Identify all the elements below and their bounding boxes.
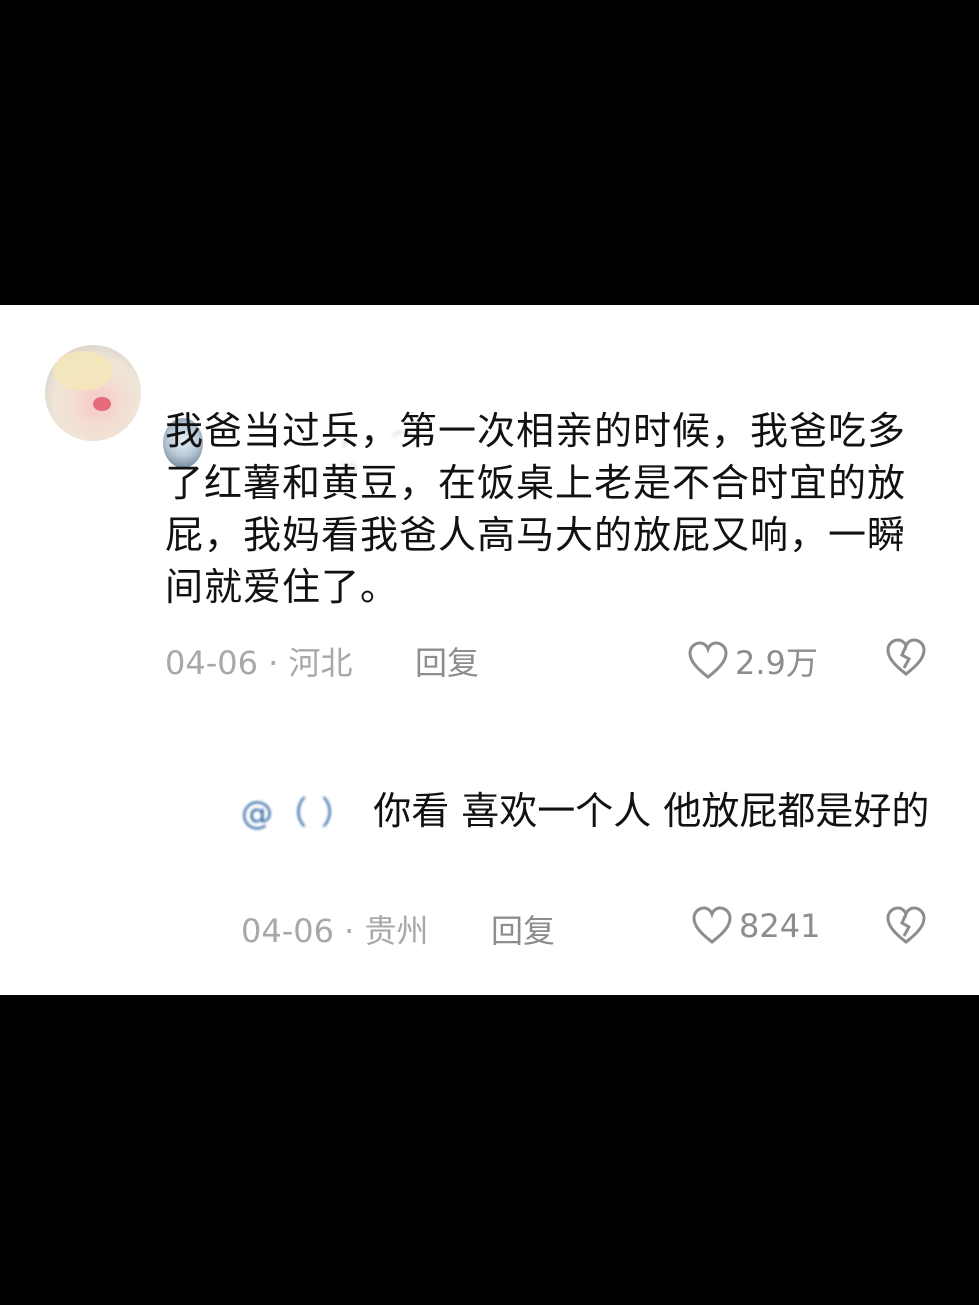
reply-reply-button[interactable]: 回复 (491, 906, 555, 952)
dislike-button[interactable] (885, 638, 927, 678)
reply-text: 你看 喜欢一个人 他放屁都是好的 (373, 789, 930, 833)
broken-heart-icon (885, 906, 927, 946)
heart-outline-icon (687, 641, 729, 681)
reply-dislike-button[interactable] (885, 906, 927, 946)
avatar-mouth (93, 397, 111, 411)
reply-meta: 04-06 · 贵州 回复 8241 (241, 906, 935, 950)
comment-meta: 04-06 · 河北 回复 2.9万 (165, 638, 935, 682)
comment-text: 我爸当过兵，第一次相亲的时候，我爸吃多了红薯和黄豆，在饭桌上老是不合时宜的放屁，… (165, 409, 907, 609)
heart-outline-icon (691, 906, 733, 946)
reply-content: @（ ） 你看 喜欢一个人 他放屁都是好的 (241, 785, 941, 839)
like-button[interactable]: 2.9万 (687, 638, 818, 684)
reply-button[interactable]: 回复 (415, 638, 479, 684)
like-count: 2.9万 (735, 644, 818, 682)
reply-like-count: 8241 (739, 907, 821, 945)
mention-link[interactable]: @（ ） (241, 787, 355, 839)
reply-date-location: 04-06 · 贵州 (241, 912, 429, 950)
reply-like-button[interactable]: 8241 (691, 906, 820, 946)
avatar-hair (53, 351, 113, 391)
avatar[interactable] (45, 345, 141, 441)
broken-heart-icon (885, 638, 927, 678)
comment-date-location: 04-06 · 河北 (165, 644, 353, 682)
